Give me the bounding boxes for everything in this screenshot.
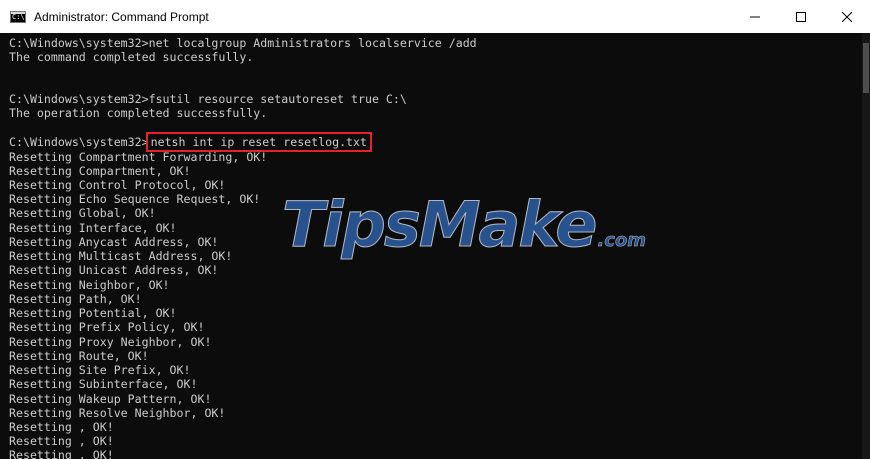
console-line: Resetting Potential, OK! xyxy=(9,306,177,320)
console-line: Resetting , OK! xyxy=(9,420,114,434)
minimize-icon xyxy=(750,16,760,17)
console-line: Resetting Route, OK! xyxy=(9,349,149,363)
console-line: Resetting Resolve Neighbor, OK! xyxy=(9,406,226,420)
maximize-icon xyxy=(796,11,806,22)
window-title: Administrator: Command Prompt xyxy=(34,9,209,24)
console-line-prompt: C:\Windows\system32> netsh int ip reset r… xyxy=(9,132,373,152)
console-line: Resetting Proxy Neighbor, OK! xyxy=(9,335,212,349)
close-button[interactable] xyxy=(824,0,870,33)
console-line: Resetting Anycast Address, OK! xyxy=(9,235,219,249)
console-line: Resetting Site Prefix, OK! xyxy=(9,363,191,377)
console-line: Resetting Wakeup Pattern, OK! xyxy=(9,392,212,406)
console-line: C:\Windows\system32>net localgroup Admin… xyxy=(9,36,477,50)
close-icon xyxy=(842,11,852,22)
title-bar[interactable]: C:\ Administrator: Command Prompt xyxy=(0,0,870,33)
console-line: Resetting , OK! xyxy=(9,448,114,459)
command-prompt-window: C:\ Administrator: Command Prompt C:\Win… xyxy=(0,0,870,459)
prompt-text: C:\Windows\system32> xyxy=(9,135,149,149)
caption-buttons xyxy=(732,0,870,33)
console-line: Resetting Echo Sequence Request, OK! xyxy=(9,192,261,206)
console-line: Resetting Prefix Policy, OK! xyxy=(9,320,205,334)
console-line: Resetting Compartment, OK! xyxy=(9,164,191,178)
console-line: The operation completed successfully. xyxy=(9,106,268,120)
console-line: C:\Windows\system32>fsutil resource seta… xyxy=(9,92,407,106)
console-line: The command completed successfully. xyxy=(9,50,254,64)
minimize-button[interactable] xyxy=(732,0,778,33)
console-line: Resetting Compartment Forwarding, OK! xyxy=(9,150,268,164)
console-output[interactable]: C:\Windows\system32>net localgroup Admin… xyxy=(0,33,862,459)
vertical-scrollbar[interactable] xyxy=(862,33,870,459)
console-line: Resetting Unicast Address, OK! xyxy=(9,263,219,277)
console-line: Resetting Interface, OK! xyxy=(9,221,177,235)
console-line: Resetting Control Protocol, OK! xyxy=(9,178,226,192)
cmd-app-icon[interactable]: C:\ xyxy=(10,10,26,23)
console-line: Resetting Global, OK! xyxy=(9,206,156,220)
console-line: Resetting Path, OK! xyxy=(9,292,142,306)
console-line: Resetting , OK! xyxy=(9,434,114,448)
scrollbar-thumb[interactable] xyxy=(863,43,869,93)
console-line: Resetting Subinterface, OK! xyxy=(9,377,198,391)
console-line: Resetting Multicast Address, OK! xyxy=(9,249,233,263)
maximize-button[interactable] xyxy=(778,0,824,33)
highlighted-command: netsh int ip reset resetlog.txt xyxy=(145,132,373,152)
console-line: Resetting Neighbor, OK! xyxy=(9,278,170,292)
